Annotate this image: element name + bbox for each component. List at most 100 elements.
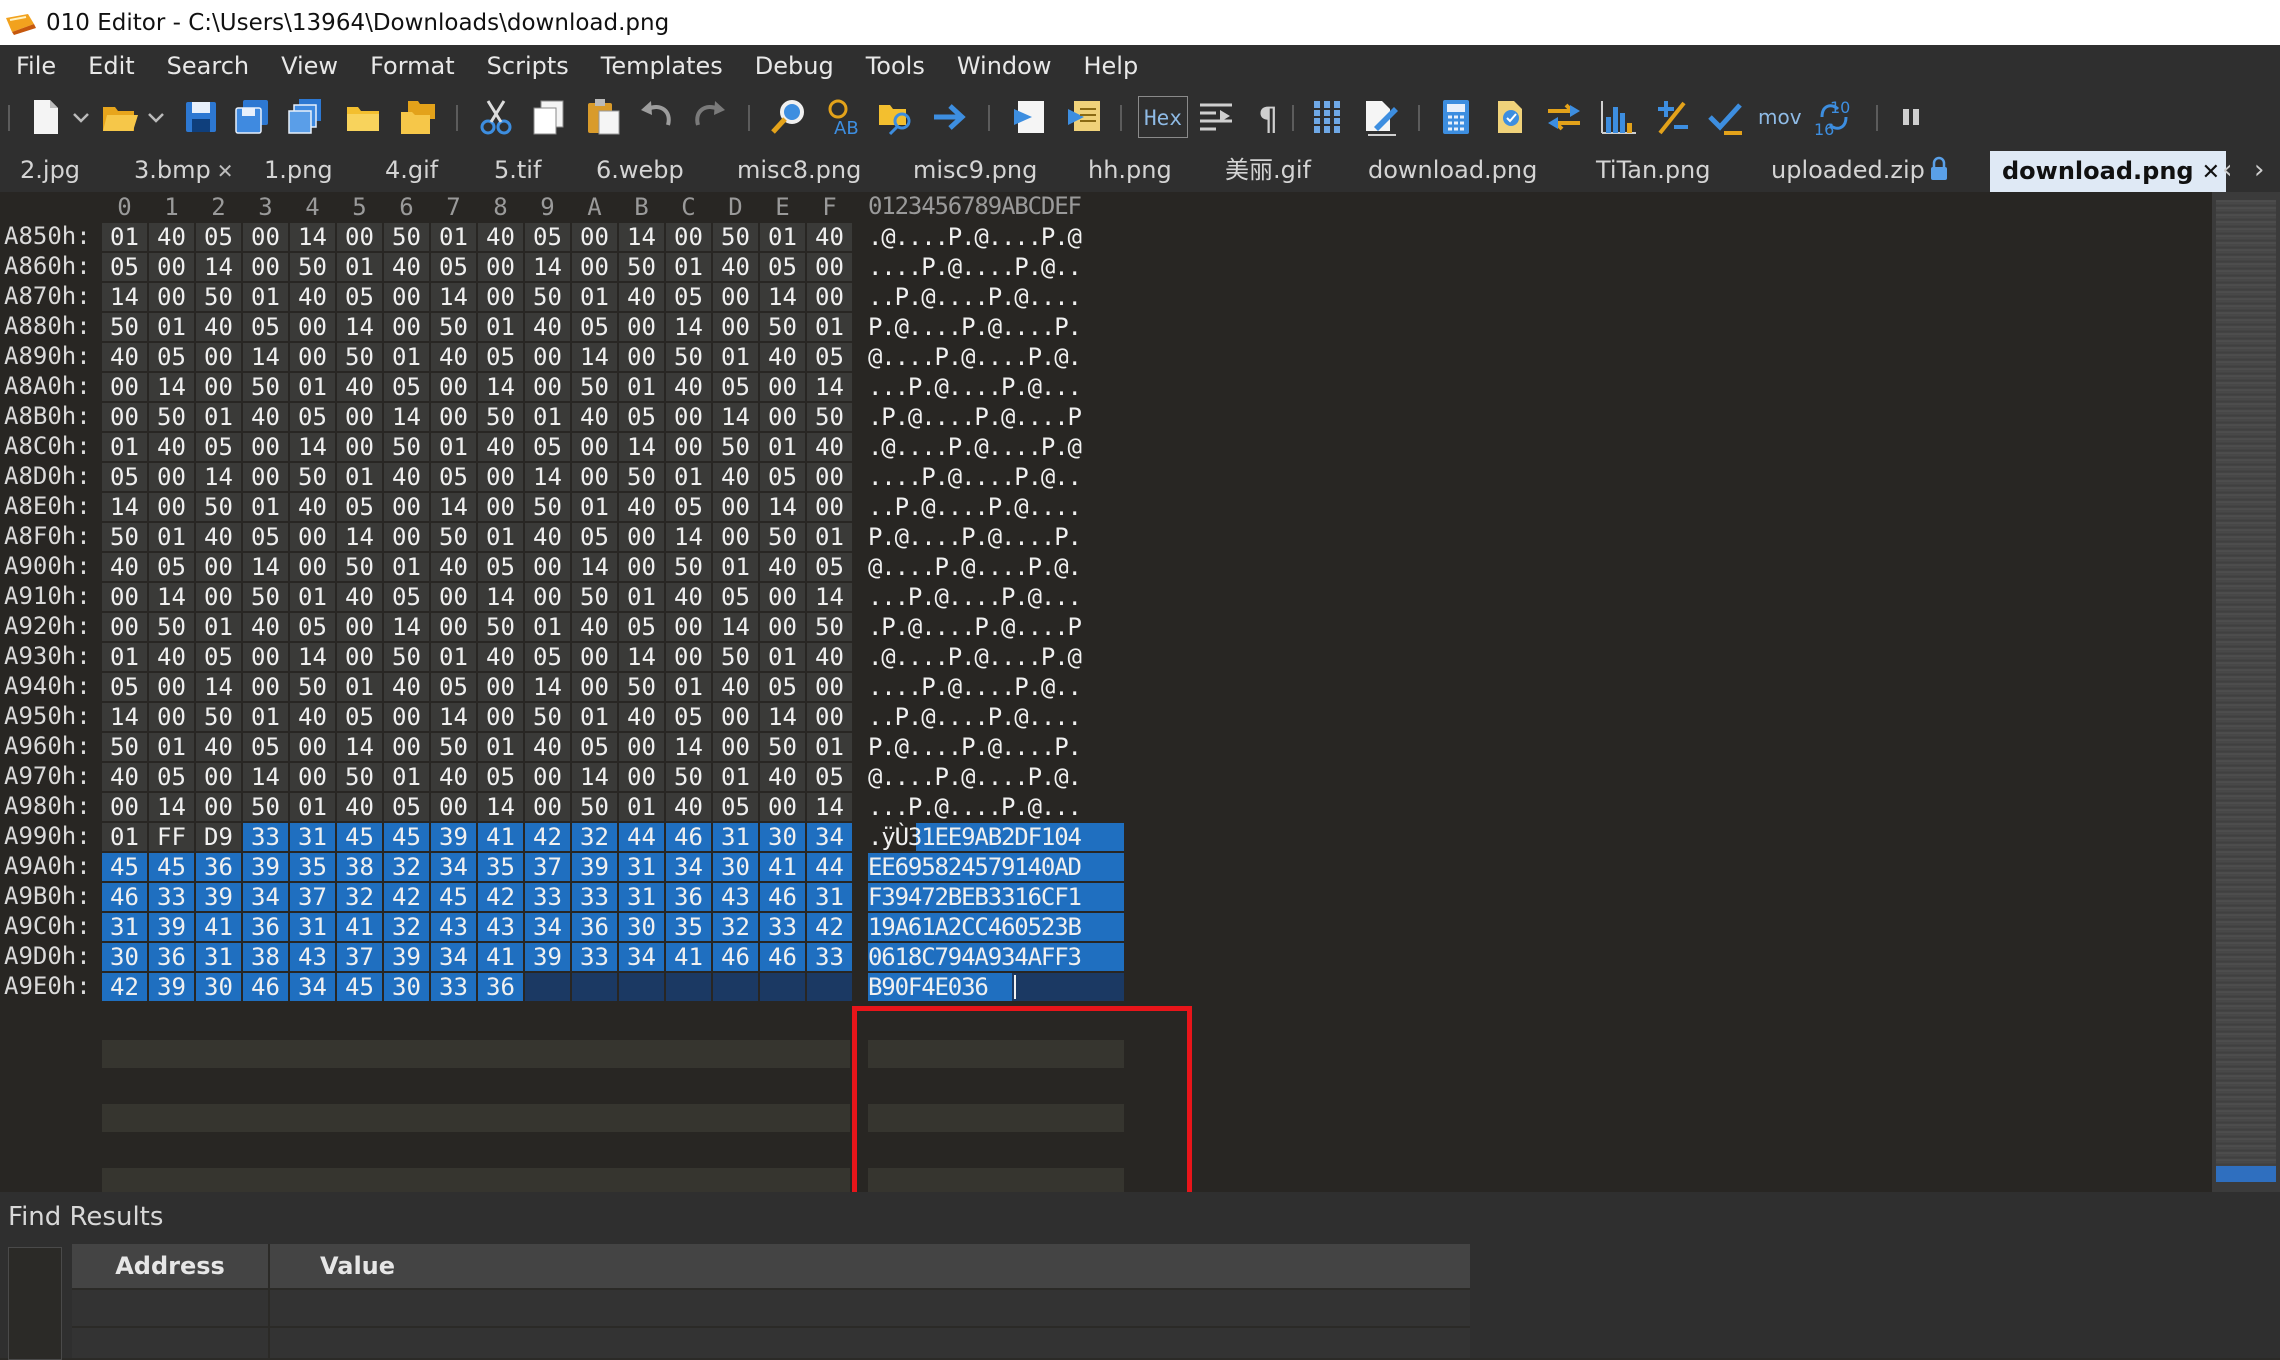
ascii-text[interactable]: ...P.@....P.@... — [868, 583, 1124, 611]
menu-debug[interactable]: Debug — [739, 52, 850, 80]
hex-byte-cell[interactable]: 40 — [431, 763, 476, 791]
hex-byte-cell[interactable]: 14 — [807, 793, 852, 821]
hex-byte-cell[interactable]: 00 — [713, 313, 758, 341]
hex-byte-cell[interactable]: 05 — [619, 613, 664, 641]
hex-byte-cell[interactable]: 31 — [619, 883, 664, 911]
hex-byte-cell[interactable]: 01 — [760, 433, 805, 461]
menu-window[interactable]: Window — [941, 52, 1068, 80]
hex-byte-cell[interactable]: 36 — [243, 913, 288, 941]
hex-byte-cell[interactable]: 00 — [196, 583, 241, 611]
hex-byte-cell[interactable]: 00 — [619, 733, 664, 761]
hex-byte-cell[interactable]: 05 — [572, 523, 617, 551]
hex-byte-cell[interactable]: 41 — [337, 913, 382, 941]
hex-byte-cell[interactable]: 01 — [807, 733, 852, 761]
hex-byte-cell[interactable]: 05 — [431, 673, 476, 701]
hex-byte-cell[interactable]: 40 — [619, 493, 664, 521]
hex-byte-cell[interactable]: 31 — [619, 853, 664, 881]
ascii-text[interactable]: .@....P.@....P.@ — [868, 223, 1124, 251]
hex-byte-cell[interactable]: 14 — [196, 253, 241, 281]
hex-byte-cell[interactable]: 50 — [149, 403, 194, 431]
hex-byte-cell[interactable]: 05 — [713, 373, 758, 401]
menu-edit[interactable]: Edit — [72, 52, 150, 80]
hex-byte-cell[interactable]: 14 — [290, 643, 335, 671]
hex-byte-cell[interactable] — [572, 973, 617, 1001]
ascii-text[interactable]: B90F4E036 — [868, 973, 1124, 1001]
hex-byte-cell[interactable]: 31 — [290, 823, 335, 851]
hex-byte-cell[interactable]: 05 — [807, 553, 852, 581]
hex-byte-cell[interactable]: 50 — [337, 763, 382, 791]
hex-byte-cell[interactable]: 05 — [619, 403, 664, 431]
tab-5-tif[interactable]: 5.tif — [494, 149, 541, 192]
hex-byte-cell[interactable]: 31 — [713, 823, 758, 851]
hex-byte-cell[interactable]: 01 — [384, 553, 429, 581]
hex-byte-cell[interactable]: 00 — [102, 793, 147, 821]
hex-byte-cell[interactable]: 32 — [713, 913, 758, 941]
hex-byte-cell[interactable]: 14 — [384, 403, 429, 431]
hex-byte-cell[interactable]: 14 — [525, 253, 570, 281]
hex-byte-cell[interactable]: 00 — [478, 463, 523, 491]
hex-byte-cell[interactable]: 37 — [290, 883, 335, 911]
hex-byte-cell[interactable]: 33 — [572, 883, 617, 911]
checkmark-icon[interactable] — [1706, 97, 1746, 137]
hex-byte-cell[interactable]: 00 — [807, 493, 852, 521]
hex-byte-cell[interactable]: 05 — [525, 643, 570, 671]
hex-byte-cell[interactable]: 40 — [478, 643, 523, 671]
hex-byte-cell[interactable] — [760, 973, 805, 1001]
hex-byte-cell[interactable]: 00 — [760, 793, 805, 821]
hex-byte-cell[interactable]: 01 — [478, 313, 523, 341]
hex-byte-cell[interactable]: 01 — [102, 823, 147, 851]
hex-byte-cell[interactable]: 40 — [713, 673, 758, 701]
hex-byte-cell[interactable]: 01 — [478, 733, 523, 761]
hex-byte-cell[interactable]: 00 — [525, 763, 570, 791]
hex-byte-cell[interactable]: 05 — [807, 763, 852, 791]
hex-byte-cell[interactable]: 41 — [478, 823, 523, 851]
hex-byte-cell[interactable]: 40 — [807, 433, 852, 461]
hex-byte-cell[interactable]: 00 — [384, 523, 429, 551]
hex-byte-cell[interactable]: 14 — [337, 733, 382, 761]
hex-byte-cell[interactable]: 42 — [525, 823, 570, 851]
hex-byte-cell[interactable]: 50 — [102, 313, 147, 341]
show-whitespace-icon[interactable]: ¶ — [1250, 97, 1290, 137]
hex-byte-cell[interactable]: 50 — [572, 583, 617, 611]
hex-byte-cell[interactable]: 00 — [431, 793, 476, 821]
hex-byte-cell[interactable]: 01 — [478, 523, 523, 551]
hex-byte-cell[interactable]: 01 — [337, 253, 382, 281]
hex-byte-cell[interactable]: 00 — [102, 373, 147, 401]
hex-byte-cell[interactable]: 14 — [196, 673, 241, 701]
hex-byte-cell[interactable]: 36 — [196, 853, 241, 881]
hex-byte-cell[interactable]: 40 — [149, 433, 194, 461]
tab-hh-png[interactable]: hh.png — [1088, 149, 1172, 192]
hex-byte-cell[interactable]: 05 — [666, 493, 711, 521]
hex-byte-cell[interactable]: 05 — [666, 283, 711, 311]
hex-byte-cell[interactable]: 36 — [478, 973, 523, 1001]
menu-templates[interactable]: Templates — [585, 52, 739, 80]
hex-byte-cell[interactable]: 40 — [713, 463, 758, 491]
hex-byte-cell[interactable]: 42 — [478, 883, 523, 911]
hex-byte-cell[interactable]: 00 — [243, 643, 288, 671]
hex-byte-cell[interactable]: 43 — [478, 913, 523, 941]
hex-byte-cell[interactable]: 40 — [196, 313, 241, 341]
menu-format[interactable]: Format — [354, 52, 471, 80]
hex-byte-cell[interactable]: 14 — [572, 343, 617, 371]
hex-byte-cell[interactable]: 00 — [384, 493, 429, 521]
close-tab-icon[interactable]: ✕ — [217, 159, 234, 183]
menu-tools[interactable]: Tools — [850, 52, 941, 80]
hex-byte-cell[interactable]: 14 — [243, 343, 288, 371]
hex-byte-cell[interactable]: 01 — [337, 673, 382, 701]
hex-byte-cell[interactable]: 35 — [478, 853, 523, 881]
find-icon[interactable] — [768, 97, 808, 137]
hex-byte-cell[interactable]: 00 — [384, 733, 429, 761]
hex-byte-cell[interactable]: 01 — [619, 583, 664, 611]
hex-byte-cell[interactable]: 43 — [290, 943, 335, 971]
hex-byte-cell[interactable]: 01 — [760, 643, 805, 671]
hex-byte-cell[interactable]: 00 — [619, 523, 664, 551]
hex-byte-cell[interactable]: 00 — [290, 763, 335, 791]
hex-byte-cell[interactable]: 00 — [431, 403, 476, 431]
hex-byte-cell[interactable]: 50 — [572, 373, 617, 401]
hex-byte-cell[interactable]: 00 — [478, 283, 523, 311]
hex-byte-cell[interactable]: 05 — [760, 673, 805, 701]
hex-byte-cell[interactable]: 33 — [807, 943, 852, 971]
ascii-text[interactable]: P.@....P.@....P. — [868, 313, 1124, 341]
ascii-text[interactable]: ....P.@....P.@.. — [868, 463, 1124, 491]
vertical-scrollbar[interactable] — [2212, 192, 2280, 1192]
